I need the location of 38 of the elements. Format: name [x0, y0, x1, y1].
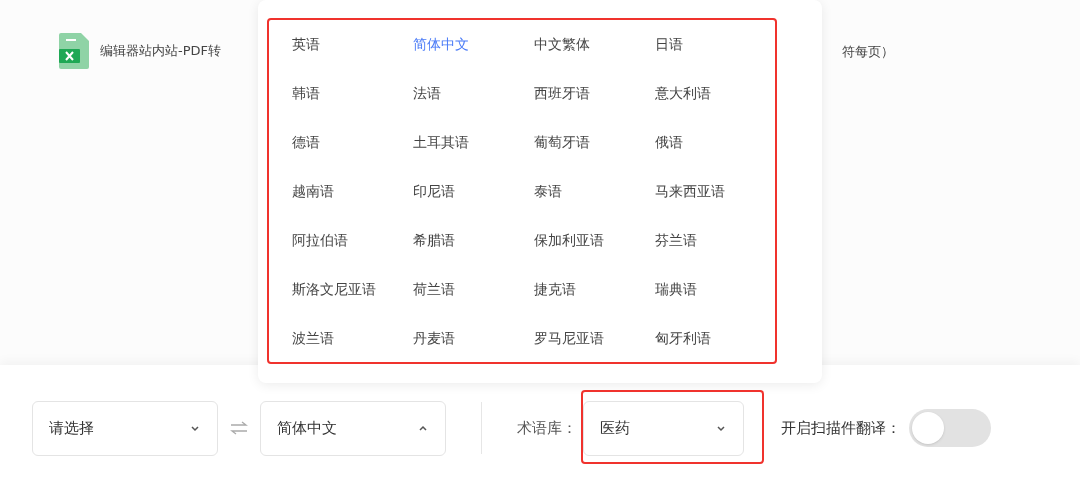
- language-option[interactable]: 捷克语: [534, 279, 576, 300]
- file-name: 编辑器站内站-PDF转: [100, 42, 222, 61]
- language-option[interactable]: 罗马尼亚语: [534, 328, 604, 349]
- language-option[interactable]: 丹麦语: [413, 328, 455, 349]
- language-option[interactable]: 泰语: [534, 181, 562, 202]
- spreadsheet-file-icon: [58, 32, 90, 70]
- language-option[interactable]: 土耳其语: [413, 132, 469, 153]
- language-option[interactable]: 中文繁体: [534, 34, 590, 55]
- language-option[interactable]: 保加利亚语: [534, 230, 604, 251]
- language-option[interactable]: 阿拉伯语: [292, 230, 348, 251]
- language-option[interactable]: 印尼语: [413, 181, 455, 202]
- language-option[interactable]: 简体中文: [413, 34, 469, 55]
- file-name-tail: 符每页）: [842, 43, 894, 61]
- language-option[interactable]: 瑞典语: [655, 279, 697, 300]
- swap-icon[interactable]: [230, 421, 248, 435]
- language-option[interactable]: 西班牙语: [534, 83, 590, 104]
- language-option[interactable]: 斯洛文尼亚语: [292, 279, 376, 300]
- language-option[interactable]: 荷兰语: [413, 279, 455, 300]
- scan-translate-label: 开启扫描件翻译：: [781, 417, 901, 439]
- language-option[interactable]: 越南语: [292, 181, 334, 202]
- language-option[interactable]: 马来西亚语: [655, 181, 725, 202]
- language-option[interactable]: 法语: [413, 83, 441, 104]
- select-field[interactable]: 请选择: [32, 400, 218, 456]
- select-field[interactable]: 医药: [583, 400, 744, 456]
- language-option[interactable]: 韩语: [292, 83, 320, 104]
- language-option[interactable]: 波兰语: [292, 328, 334, 349]
- language-option[interactable]: 英语: [292, 34, 320, 55]
- language-option[interactable]: 匈牙利语: [655, 328, 711, 349]
- language-option[interactable]: 日语: [655, 34, 683, 55]
- language-option[interactable]: 芬兰语: [655, 230, 697, 251]
- language-option[interactable]: 希腊语: [413, 230, 455, 251]
- language-option[interactable]: 意大利语: [655, 83, 711, 104]
- glossary-label: 术语库：: [517, 417, 577, 439]
- select-field[interactable]: 简体中文: [260, 400, 446, 456]
- language-option[interactable]: 俄语: [655, 132, 683, 153]
- language-option[interactable]: 德语: [292, 132, 320, 153]
- language-option[interactable]: 葡萄牙语: [534, 132, 590, 153]
- toggle-switch[interactable]: [909, 409, 991, 447]
